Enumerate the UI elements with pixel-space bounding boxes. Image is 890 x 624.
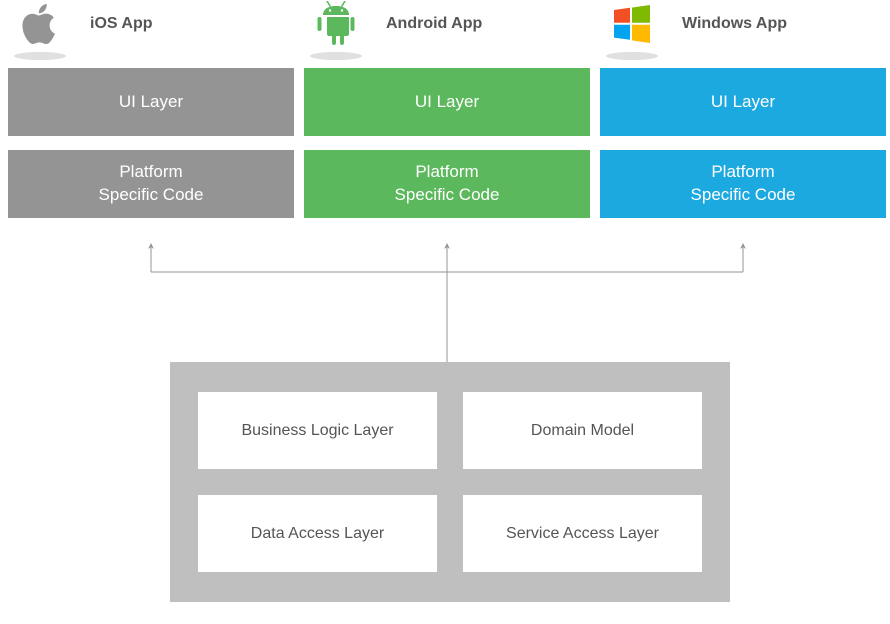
- icon-shadow: [310, 52, 362, 60]
- ui-layer-box-ios: UI Layer: [8, 68, 294, 136]
- ui-layer-box-android: UI Layer: [304, 68, 590, 136]
- icon-shadow: [606, 52, 658, 60]
- platform-label-android: Android App: [386, 15, 482, 33]
- platform-column-ios: iOS App UI Layer PlatformSpecific Code: [8, 0, 294, 218]
- platform-label-ios: iOS App: [90, 15, 153, 33]
- business-logic-box: Business Logic Layer: [198, 392, 437, 469]
- platform-code-box-ios: PlatformSpecific Code: [8, 150, 294, 218]
- platform-header-ios: iOS App: [8, 0, 294, 48]
- domain-model-box: Domain Model: [463, 392, 702, 469]
- platform-code-box-windows: PlatformSpecific Code: [600, 150, 886, 218]
- data-access-box: Data Access Layer: [198, 495, 437, 572]
- platform-column-windows: Windows App UI Layer PlatformSpecific Co…: [600, 0, 886, 218]
- shared-code-container: Business Logic Layer Domain Model Data A…: [170, 362, 730, 602]
- apple-icon: [16, 0, 64, 48]
- platform-header-windows: Windows App: [600, 0, 886, 48]
- platform-label-windows: Windows App: [682, 15, 787, 33]
- platform-header-android: Android App: [304, 0, 590, 48]
- ui-layer-box-windows: UI Layer: [600, 68, 886, 136]
- icon-shadow: [14, 52, 66, 60]
- windows-icon: [608, 0, 656, 48]
- platform-code-box-android: PlatformSpecific Code: [304, 150, 590, 218]
- platform-column-android: Android App UI Layer PlatformSpecific Co…: [304, 0, 590, 218]
- android-icon: [312, 0, 360, 48]
- service-access-box: Service Access Layer: [463, 495, 702, 572]
